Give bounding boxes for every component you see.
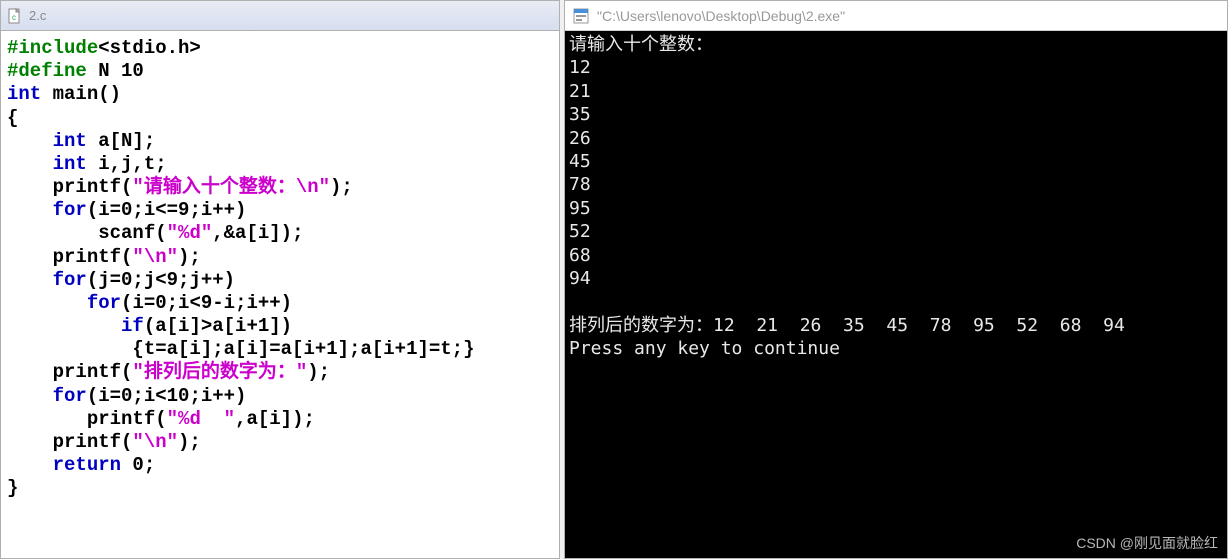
watermark: CSDN @刚见面就脸红: [1076, 533, 1218, 553]
app-icon: [573, 8, 589, 24]
svg-text:c: c: [12, 13, 16, 22]
editor-filename: 2.c: [29, 8, 46, 23]
console-output[interactable]: 请输入十个整数： 12 21 35 26 45 78 95 52 68 94 排…: [565, 31, 1227, 558]
editor-body[interactable]: #include<stdio.h> #define N 10 int main(…: [1, 31, 559, 558]
editor-window: c 2.c #include<stdio.h> #define N 10 int…: [0, 0, 560, 559]
console-title: "C:\Users\lenovo\Desktop\Debug\2.exe": [597, 8, 845, 24]
console-window: "C:\Users\lenovo\Desktop\Debug\2.exe" 请输…: [564, 0, 1228, 559]
console-titlebar[interactable]: "C:\Users\lenovo\Desktop\Debug\2.exe": [565, 1, 1227, 31]
c-file-icon: c: [7, 8, 23, 24]
editor-titlebar[interactable]: c 2.c: [1, 1, 559, 31]
source-code[interactable]: #include<stdio.h> #define N 10 int main(…: [7, 37, 559, 500]
